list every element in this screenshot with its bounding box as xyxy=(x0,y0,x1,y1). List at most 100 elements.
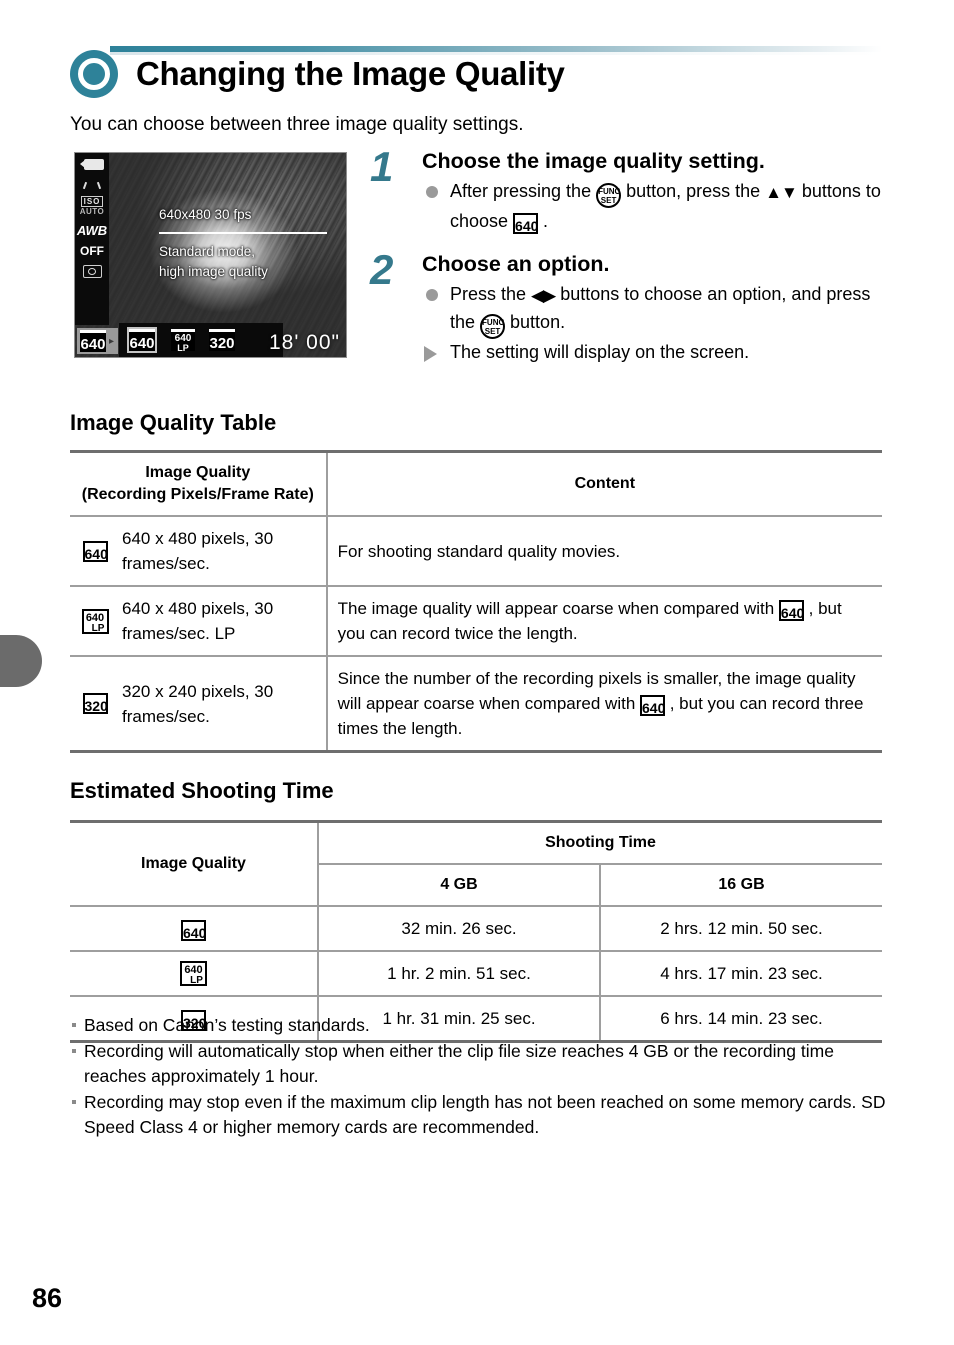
lcd-remaining-time: 18' 00" xyxy=(268,331,340,354)
func-set-button-icon: FUNC SET xyxy=(596,183,622,208)
flash-off-label: OFF xyxy=(80,244,104,258)
bullet-square-icon xyxy=(72,1100,76,1104)
header-content: Content xyxy=(325,451,882,516)
movie-mode-icon xyxy=(80,159,104,174)
lcd-option-row[interactable]: 640 640 LP 320 xyxy=(119,323,283,357)
step-2-number: 2 xyxy=(370,246,394,293)
table-header-row: Image Quality Shooting Time xyxy=(70,821,882,872)
step-1-bullets: After pressing the FUNC SET button, press… xyxy=(422,178,885,235)
manual-page: Changing the Image Quality You can choos… xyxy=(0,0,954,1345)
step-2-bullet-2: The setting will display on the screen. xyxy=(422,339,885,366)
bullet-square-icon xyxy=(72,1023,76,1027)
time-16gb: 4 hrs. 17 min. 23 sec. xyxy=(599,951,882,996)
table-row: 640 32 min. 26 sec. 2 hrs. 12 min. 50 se… xyxy=(70,906,882,951)
step-1-bullet-1: After pressing the FUNC SET button, press… xyxy=(422,178,885,235)
set-label: SET xyxy=(600,196,617,205)
lcd-bottom-bar: 640 ▸ 640 640 LP 320 18' 00" xyxy=(75,323,346,357)
header-image-quality: Image Quality xyxy=(141,855,246,872)
bullet-text-part: button, press the xyxy=(621,181,766,201)
quality-640-lp-icon: 640 LP xyxy=(70,586,112,656)
quality-640-icon: 640 xyxy=(70,906,318,951)
quality-lp-suffix: LP xyxy=(91,622,105,634)
row-spec: 640 x 480 pixels, 30 frames/sec. xyxy=(122,529,274,573)
iso-auto-icon: ISO AUTO xyxy=(79,196,105,216)
func-set-button-icon: FUNC SET xyxy=(480,314,506,339)
metering-icon xyxy=(82,265,102,278)
quality-640-lp-icon[interactable]: 640 LP xyxy=(171,329,195,353)
step-2: 2 Choose an option. Press the ◀▶ buttons… xyxy=(370,249,885,366)
left-right-arrows-icon: ◀▶ xyxy=(531,286,556,305)
quality-320-icon: 320 xyxy=(70,656,112,752)
table-row: 640 LP 640 x 480 pixels, 30 frames/sec. L… xyxy=(70,586,882,656)
header-4gb: 4 GB xyxy=(317,864,600,906)
image-quality-table-heading: Image Quality Table xyxy=(70,410,277,435)
lcd-sidebar: ISO AUTO AWB OFF xyxy=(75,153,109,325)
footnote-text: Recording will automatically stop when e… xyxy=(84,1041,834,1086)
lcd-overlay-line2: Standard mode, xyxy=(159,244,256,259)
page-number: 86 xyxy=(32,1283,63,1313)
tripod-icon xyxy=(80,182,104,189)
table-row: 320 320 x 240 pixels, 30 frames/sec. Sin… xyxy=(70,656,882,752)
awb-icon: AWB xyxy=(76,223,108,238)
header-line2: (Recording Pixels/Frame Rate) xyxy=(81,486,314,503)
footnote: Recording will automatically stop when e… xyxy=(70,1039,888,1089)
bullet-text-part: The setting will display on the screen. xyxy=(450,342,750,362)
quality-640-icon: 640 xyxy=(80,330,106,352)
bullet-square-icon xyxy=(72,1049,76,1053)
bullet-dot-icon xyxy=(426,186,438,198)
footnote: Based on Canon’s testing standards. xyxy=(70,1013,888,1038)
lcd-option-640[interactable]: 640 xyxy=(127,327,157,353)
quality-640-lp-num: 640 xyxy=(85,611,105,624)
bullet-dot-icon xyxy=(426,289,438,301)
flash-off-icon: OFF xyxy=(80,245,104,257)
shooting-time-heading: Estimated Shooting Time xyxy=(70,778,334,803)
table-header-row: Image Quality (Recording Pixels/Frame Ra… xyxy=(70,451,882,516)
quality-640-icon: 640 xyxy=(70,516,112,586)
bullet-text-part: button. xyxy=(505,312,566,332)
quality-320-icon[interactable]: 320 xyxy=(209,329,235,351)
shooting-time-table: Image Quality Shooting Time 4 GB 16 GB 6… xyxy=(70,820,882,1043)
camera-lcd-preview: ISO AUTO AWB OFF 640x480 30 fps Standard… xyxy=(74,152,347,358)
step-2-bullet-1: Press the ◀▶ buttons to choose an option… xyxy=(422,281,885,339)
footnote-text: Recording may stop even if the maximum c… xyxy=(84,1092,886,1137)
step-1: 1 Choose the image quality setting. Afte… xyxy=(370,146,885,235)
quality-640-icon: 640 xyxy=(513,213,538,234)
iso-value: AUTO xyxy=(79,207,105,216)
header-shooting-time: Shooting Time xyxy=(317,821,882,864)
row-spec: 640 x 480 pixels, 30 frames/sec. LP xyxy=(122,599,274,643)
bullet-text-part: . xyxy=(538,211,549,231)
image-quality-table: Image Quality (Recording Pixels/Frame Ra… xyxy=(70,450,882,753)
footnotes: Based on Canon’s testing standards. Reco… xyxy=(70,1013,888,1141)
quality-320-label: 320 xyxy=(84,698,108,714)
time-4gb: 32 min. 26 sec. xyxy=(317,906,600,951)
iso-label: ISO xyxy=(80,196,104,207)
lcd-current-setting[interactable]: 640 ▸ xyxy=(77,328,119,354)
time-4gb: 1 hr. 2 min. 51 sec. xyxy=(317,951,600,996)
step-2-bullets: Press the ◀▶ buttons to choose an option… xyxy=(422,281,885,366)
quality-640-label: 640 xyxy=(515,218,539,234)
table-row: 640 LP 1 hr. 2 min. 51 sec. 4 hrs. 17 min… xyxy=(70,951,882,996)
up-down-arrows-icon: ▲▼ xyxy=(765,183,798,202)
chapter-thumb-tab xyxy=(0,635,42,687)
instruction-steps: 1 Choose the image quality setting. Afte… xyxy=(370,146,885,372)
header-16gb: 16 GB xyxy=(599,864,882,906)
header-line1: Image Quality xyxy=(145,464,251,481)
bullet-text-part: Press the xyxy=(450,284,532,304)
page-header: Changing the Image Quality xyxy=(70,44,882,106)
quality-640-icon: 640 xyxy=(778,600,804,621)
intro-text: You can choose between three image quali… xyxy=(70,114,524,135)
row-content: Since the number of the recording pixels… xyxy=(325,656,882,752)
step-1-number: 1 xyxy=(370,143,394,190)
footnote: Recording may stop even if the maximum c… xyxy=(70,1090,888,1140)
set-label: SET xyxy=(484,327,501,336)
quality-640-icon: 640 xyxy=(640,695,665,716)
lcd-overlay-divider xyxy=(159,232,327,234)
result-arrow-icon xyxy=(424,346,437,362)
step-1-heading: Choose the image quality setting. xyxy=(422,149,765,173)
row-content: The image quality will appear coarse whe… xyxy=(325,586,882,656)
time-16gb: 2 hrs. 12 min. 50 sec. xyxy=(599,906,882,951)
quality-640-label: 640 xyxy=(183,925,207,941)
lcd-overlay-line3: high image quality xyxy=(159,264,268,279)
row-spec: 320 x 240 pixels, 30 frames/sec. xyxy=(122,681,274,726)
quality-640-icon: 640 xyxy=(129,329,155,351)
